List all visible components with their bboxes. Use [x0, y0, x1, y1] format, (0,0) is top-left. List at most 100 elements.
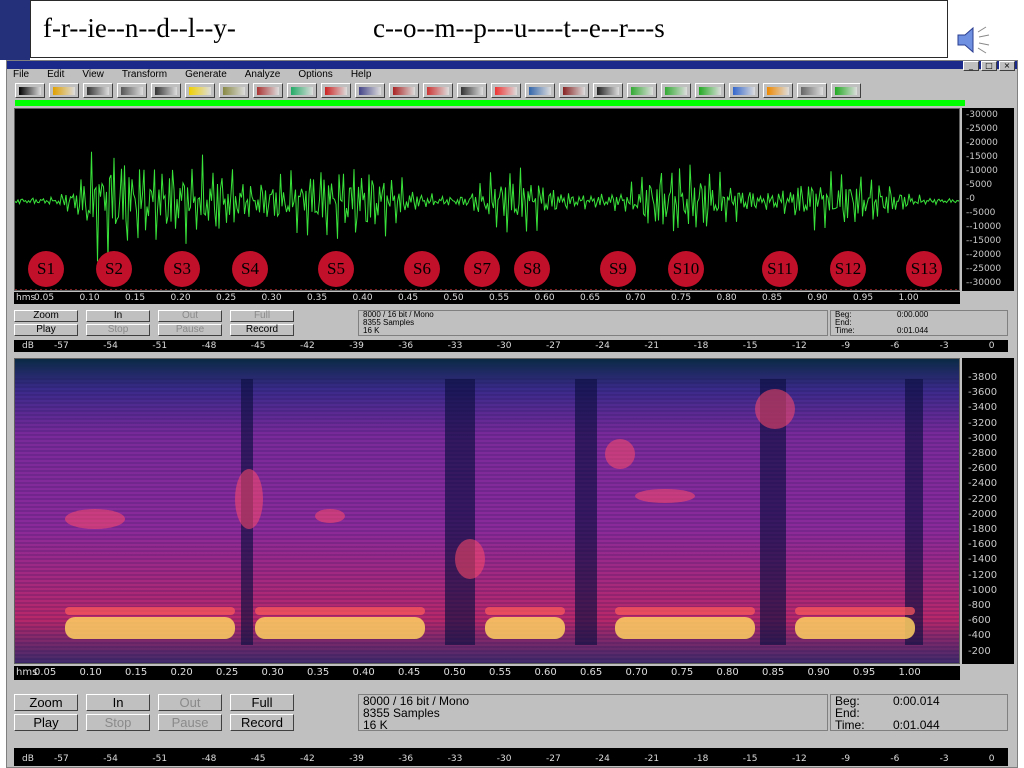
- toolbar-button-icon[interactable]: [219, 83, 249, 98]
- menu-view[interactable]: View: [82, 69, 104, 81]
- toolbar-button-icon[interactable]: [491, 83, 521, 98]
- frequency-tick: -3600: [968, 387, 998, 399]
- time-tick: 0.60: [534, 667, 557, 678]
- menu-generate[interactable]: Generate: [185, 69, 227, 81]
- toolbar-button-icon[interactable]: [457, 83, 487, 98]
- segment-marker-s3[interactable]: S3: [164, 251, 200, 287]
- db-tick: -3: [939, 754, 949, 764]
- frequency-tick: -3800: [968, 372, 998, 383]
- menu-edit[interactable]: Edit: [47, 69, 64, 81]
- in-button[interactable]: In: [86, 310, 150, 322]
- toolbar-button-icon[interactable]: [49, 83, 79, 98]
- segment-marker-s6[interactable]: S6: [404, 251, 440, 287]
- formant-blob: [65, 509, 125, 529]
- out-button[interactable]: Out: [158, 694, 222, 711]
- zoom-button[interactable]: Zoom: [14, 694, 78, 711]
- maximize-button[interactable]: □: [981, 61, 997, 71]
- toolbar-button-icon[interactable]: [253, 83, 283, 98]
- time-tick: 0.30: [261, 667, 284, 678]
- segment-marker-s12[interactable]: S12: [830, 251, 866, 287]
- toolbar-button-icon[interactable]: [83, 83, 113, 98]
- db-tick: -27: [546, 754, 561, 764]
- stop-button[interactable]: Stop: [86, 324, 150, 336]
- close-button[interactable]: ×: [999, 61, 1015, 71]
- menu-transform[interactable]: Transform: [122, 69, 167, 81]
- minimize-button[interactable]: _: [963, 61, 979, 71]
- time-tick: 0.35: [307, 293, 328, 303]
- menu-help[interactable]: Help: [351, 69, 372, 81]
- db-tick: -9: [841, 341, 851, 351]
- toolbar-button-icon[interactable]: [627, 83, 657, 98]
- amplitude-tick: --10000: [966, 222, 1002, 232]
- toolbar-button-icon[interactable]: [151, 83, 181, 98]
- segment-marker-s1[interactable]: S1: [28, 251, 64, 287]
- segment-marker-s4[interactable]: S4: [232, 251, 268, 287]
- record-button[interactable]: Record: [230, 714, 294, 731]
- segment-marker-s5[interactable]: S5: [318, 251, 354, 287]
- play-button[interactable]: Play: [14, 324, 78, 336]
- segment-marker-s10[interactable]: S10: [668, 251, 704, 287]
- segment-marker-s8[interactable]: S8: [514, 251, 550, 287]
- speaker-icon[interactable]: [956, 24, 992, 56]
- toolbar-button-icon[interactable]: [321, 83, 351, 98]
- db-tick: -6: [890, 754, 900, 764]
- db-tick: -12: [792, 754, 807, 764]
- time-info-box: Beg: 0:00.014 End: Time: 0:01.044: [830, 694, 1008, 731]
- time-tick: 0.25: [216, 293, 237, 303]
- toolbar-button-icon[interactable]: [15, 83, 45, 98]
- full-button[interactable]: Full: [230, 694, 294, 711]
- toolbar-button-icon[interactable]: [185, 83, 215, 98]
- record-button[interactable]: Record: [230, 324, 294, 336]
- toolbar-button-icon[interactable]: [389, 83, 419, 98]
- time-tick: 0.75: [671, 667, 694, 678]
- toolbar-button-icon[interactable]: [797, 83, 827, 98]
- menu-file[interactable]: File: [13, 69, 29, 81]
- spectrogram-panel[interactable]: [14, 358, 960, 664]
- db-label: dB: [22, 754, 34, 764]
- in-button[interactable]: In: [86, 694, 150, 711]
- selection-bar[interactable]: [15, 100, 965, 106]
- menu-options[interactable]: Options: [298, 69, 332, 81]
- toolbar-button-icon[interactable]: [117, 83, 147, 98]
- stop-button[interactable]: Stop: [86, 714, 150, 731]
- toolbar-button-icon[interactable]: [423, 83, 453, 98]
- formant-blob: [315, 509, 345, 523]
- toolbar-button-icon[interactable]: [525, 83, 555, 98]
- menu-analyze[interactable]: Analyze: [245, 69, 281, 81]
- toolbar-button-icon[interactable]: [763, 83, 793, 98]
- file-size-text: 16 K: [363, 326, 380, 335]
- segment-marker-s9[interactable]: S9: [600, 251, 636, 287]
- segment-marker-s2[interactable]: S2: [96, 251, 132, 287]
- zoom-button[interactable]: Zoom: [14, 310, 78, 322]
- time-tick: 0.70: [625, 667, 648, 678]
- pause-button[interactable]: Pause: [158, 714, 222, 731]
- time-tick: 0.50: [443, 667, 466, 678]
- toolbar-button-icon[interactable]: [559, 83, 589, 98]
- db-tick: -51: [152, 754, 168, 764]
- time-tick: 0.15: [125, 293, 146, 303]
- pause-button[interactable]: Pause: [158, 324, 222, 336]
- toolbar-button-icon[interactable]: [593, 83, 623, 98]
- formant-band: [485, 607, 565, 615]
- segment-marker-s11[interactable]: S11: [762, 251, 798, 287]
- toolbar-button-icon[interactable]: [287, 83, 317, 98]
- toolbar-button-icon[interactable]: [661, 83, 691, 98]
- segment-marker-s13[interactable]: S13: [906, 251, 942, 287]
- db-tick: -6: [890, 341, 900, 351]
- time-tick: 0.15: [125, 667, 148, 678]
- toolbar-button-icon[interactable]: [729, 83, 759, 98]
- slide-title: f-r--ie--n--d--l--y- c--o--m--p---u----t…: [30, 0, 948, 58]
- frequency-tick: -2800: [968, 448, 998, 459]
- play-button[interactable]: Play: [14, 714, 78, 731]
- toolbar-button-icon[interactable]: [695, 83, 725, 98]
- amplitude-tick: --25000: [966, 264, 1002, 274]
- formant-band: [65, 617, 235, 639]
- toolbar-button-icon[interactable]: [831, 83, 861, 98]
- segment-marker-s7[interactable]: S7: [464, 251, 500, 287]
- file-info-box: 8000 / 16 bit / Mono 8355 Samples 16 K: [358, 310, 828, 336]
- out-button[interactable]: Out: [158, 310, 222, 322]
- full-button[interactable]: Full: [230, 310, 294, 322]
- toolbar-button-icon[interactable]: [355, 83, 385, 98]
- toolbar-glyph-icon: [733, 86, 755, 95]
- frequency-tick: -600: [968, 615, 991, 627]
